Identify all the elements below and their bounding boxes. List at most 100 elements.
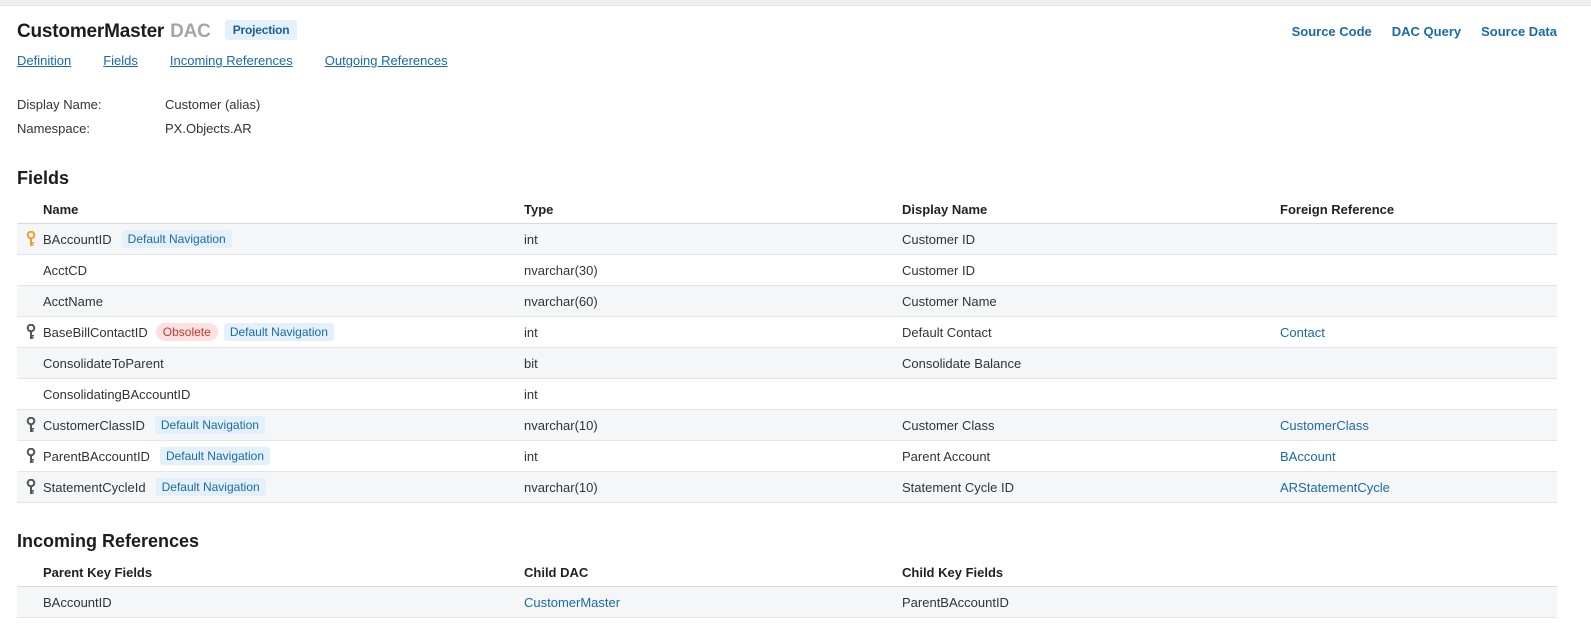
meta-value: PX.Objects.AR xyxy=(165,120,252,136)
display-name-cell xyxy=(902,378,1280,410)
meta-label: Namespace: xyxy=(17,120,90,136)
default-navigation-badge: Default Navigation xyxy=(223,323,334,341)
field-name: StatementCycleId xyxy=(43,479,146,495)
page: CustomerMaster DAC Projection Source Code … xyxy=(0,20,1574,618)
field-name: ConsolidateToParent xyxy=(43,355,164,371)
foreign-reference-link[interactable]: CustomerClass xyxy=(1280,418,1369,433)
name-cell: BAccountID Default Navigation xyxy=(17,223,524,255)
fields-header-row: Name Type Display Name Foreign Reference xyxy=(17,195,1557,224)
tab-definition[interactable]: Definition xyxy=(17,53,71,75)
display-name-cell: Customer Class xyxy=(902,409,1280,441)
child-dac-cell: CustomerMaster xyxy=(524,586,902,618)
tab-incoming-references[interactable]: Incoming References xyxy=(170,53,293,75)
child-dac-link[interactable]: CustomerMaster xyxy=(524,595,620,610)
column-header-foreign-reference: Foreign Reference xyxy=(1280,195,1557,224)
fields-table: Name Type Display Name Foreign Reference… xyxy=(17,195,1557,503)
tab-fields[interactable]: Fields xyxy=(103,53,138,75)
child-key-fields-cell: ParentBAccountID xyxy=(902,586,1280,618)
source-code-link[interactable]: Source Code xyxy=(1292,24,1372,39)
field-name: AcctName xyxy=(43,293,103,309)
table-row: CustomerClassID Default Navigation nvarcha… xyxy=(17,409,1557,441)
fields-heading: Fields xyxy=(17,168,70,188)
table-row: StatementCycleId Default Navigation nvarch… xyxy=(17,471,1557,503)
name-cell: CustomerClassID Default Navigation xyxy=(17,409,524,441)
foreign-reference-link[interactable]: Contact xyxy=(1280,325,1325,340)
name-cell: ParentBAccountID Default Navigation xyxy=(17,440,524,472)
table-row: BAccountID Default Navigation int Customer … xyxy=(17,223,1557,255)
table-row: AcctCD nvarchar(30) Customer ID xyxy=(17,254,1557,286)
obsolete-badge: Obsolete xyxy=(155,323,218,341)
display-name-cell: Customer ID xyxy=(902,254,1280,286)
foreign-reference-cell: BAccount xyxy=(1280,440,1557,472)
type-cell: bit xyxy=(524,347,902,379)
table-row: BaseBillContactID Obsolete Default Navigat… xyxy=(17,316,1557,348)
fields-body: BAccountID Default Navigation int Customer … xyxy=(17,223,1557,503)
table-row: ParentBAccountID Default Navigation int Par… xyxy=(17,440,1557,472)
name-cell: ConsolidatingBAccountID xyxy=(17,378,524,410)
spacer-cell xyxy=(1280,586,1557,618)
top-bar xyxy=(0,0,1591,6)
type-cell: nvarchar(60) xyxy=(524,285,902,317)
field-name: ParentBAccountID xyxy=(43,448,150,464)
dac-name: CustomerMaster xyxy=(17,21,165,42)
column-header-name: Name xyxy=(17,195,524,224)
field-name: AcctCD xyxy=(43,262,88,278)
foreign-reference-cell xyxy=(1280,223,1557,255)
incoming-references-section: Incoming References Parent Key Fields Ch… xyxy=(17,531,1557,618)
incoming-header-row: Parent Key Fields Child DAC Child Key Fi… xyxy=(17,558,1557,587)
name-cell: AcctName xyxy=(17,285,524,317)
key-icon xyxy=(26,323,36,340)
key-icon xyxy=(26,416,36,433)
default-navigation-badge: Default Navigation xyxy=(155,478,266,496)
foreign-reference-link[interactable]: ARStatementCycle xyxy=(1280,480,1390,495)
foreign-reference-cell: ARStatementCycle xyxy=(1280,471,1557,503)
default-navigation-badge: Default Navigation xyxy=(154,416,265,434)
type-cell: nvarchar(10) xyxy=(524,409,902,441)
header-links: Source Code DAC Query Source Data xyxy=(1292,24,1557,39)
dac-suffix: DAC xyxy=(170,21,211,42)
name-cell: ConsolidateToParent xyxy=(17,347,524,379)
meta-value: Customer (alias) xyxy=(165,96,261,112)
tab-outgoing-references[interactable]: Outgoing References xyxy=(325,53,448,75)
table-row: ConsolidatingBAccountID int xyxy=(17,378,1557,410)
field-name: BAccountID xyxy=(43,231,112,247)
meta-row-display-name: Display Name: Customer (alias) xyxy=(17,92,1557,116)
foreign-reference-cell xyxy=(1280,285,1557,317)
page-title: CustomerMaster DAC Projection xyxy=(17,20,298,43)
table-row: BAccountID CustomerMaster ParentBAccountID xyxy=(17,586,1557,618)
table-row: ConsolidateToParent bit Consolidate Balanc… xyxy=(17,347,1557,379)
field-name: BaseBillContactID xyxy=(43,324,148,340)
display-name-cell: Customer ID xyxy=(902,223,1280,255)
source-data-link[interactable]: Source Data xyxy=(1481,24,1557,39)
table-row: AcctName nvarchar(60) Customer Name xyxy=(17,285,1557,317)
meta-row-namespace: Namespace: PX.Objects.AR xyxy=(17,116,1557,140)
field-name: ConsolidatingBAccountID xyxy=(43,386,191,402)
projection-badge: Projection xyxy=(224,20,298,40)
incoming-references-heading: Incoming References xyxy=(17,531,200,551)
name-cell: BaseBillContactID Obsolete Default Navigat… xyxy=(17,316,524,348)
column-header-child-key-fields: Child Key Fields xyxy=(902,558,1280,587)
foreign-reference-cell: Contact xyxy=(1280,316,1557,348)
display-name-cell: Parent Account xyxy=(902,440,1280,472)
column-header-type: Type xyxy=(524,195,902,224)
incoming-references-table: Parent Key Fields Child DAC Child Key Fi… xyxy=(17,558,1557,618)
name-cell: AcctCD xyxy=(17,254,524,286)
foreign-reference-link[interactable]: BAccount xyxy=(1280,449,1336,464)
foreign-reference-cell xyxy=(1280,254,1557,286)
default-navigation-badge: Default Navigation xyxy=(159,447,271,465)
display-name-cell: Statement Cycle ID xyxy=(902,471,1280,503)
type-cell: int xyxy=(524,378,902,410)
type-cell: nvarchar(30) xyxy=(524,254,902,286)
incoming-body: BAccountID CustomerMaster ParentBAccountID xyxy=(17,586,1557,618)
foreign-reference-cell xyxy=(1280,347,1557,379)
field-name: CustomerClassID xyxy=(43,417,145,433)
type-cell: int xyxy=(524,316,902,348)
name-cell: StatementCycleId Default Navigation xyxy=(17,471,524,503)
parent-key-fields-cell: BAccountID xyxy=(17,586,524,618)
foreign-reference-cell xyxy=(1280,378,1557,410)
dac-query-link[interactable]: DAC Query xyxy=(1392,24,1461,39)
type-cell: nvarchar(10) xyxy=(524,471,902,503)
type-cell: int xyxy=(524,223,902,255)
page-header: CustomerMaster DAC Projection Source Code … xyxy=(17,20,1557,52)
display-name-cell: Customer Name xyxy=(902,285,1280,317)
